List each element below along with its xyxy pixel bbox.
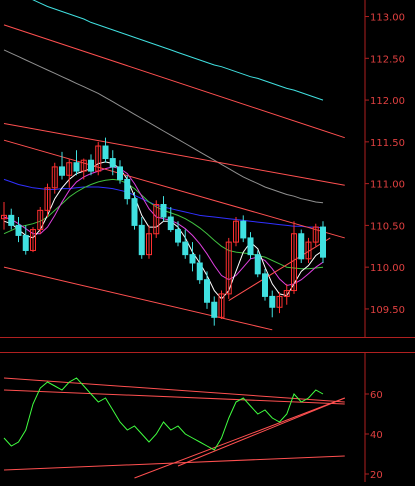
candle-down	[298, 233, 305, 260]
price-chart: 109.50 110.00 110.50 111.00 111.50 112.00 112.…	[0, 0, 415, 338]
price-trendline	[3, 24, 345, 139]
candle-down	[167, 216, 174, 231]
candle-down	[109, 158, 116, 168]
price-tick-label: 110.00	[370, 263, 405, 274]
candle-down	[269, 295, 276, 308]
candle-down	[8, 214, 15, 226]
indicator-trendline	[177, 397, 345, 467]
price-tick-label: 111.50	[370, 138, 405, 149]
oscillator-chart: 20 40 60	[0, 352, 415, 482]
candle-down	[204, 279, 210, 303]
price-tick-label: 109.50	[370, 305, 405, 316]
price-trendline	[228, 237, 331, 302]
candle-down	[138, 224, 145, 256]
ma-cyan-line	[32, 0, 324, 101]
candle-down	[211, 301, 218, 318]
candle-down	[117, 166, 123, 180]
candle-down	[175, 229, 181, 243]
price-tick-label: 111.00	[370, 180, 405, 191]
indicator-tick-label: 40	[370, 430, 383, 441]
candle-down	[189, 254, 196, 264]
indicator-trendline	[3, 377, 345, 403]
candle-down	[22, 234, 29, 251]
candle-down	[124, 178, 131, 200]
indicator-trendline	[134, 397, 345, 479]
candle-down	[262, 273, 268, 297]
price-tick-label: 112.00	[370, 96, 405, 107]
candle-down	[247, 237, 254, 256]
candle-down	[15, 224, 22, 236]
candle-down	[131, 198, 138, 226]
candle-down	[88, 159, 94, 172]
oscillator-panel[interactable]: 20 40 60	[0, 352, 415, 482]
candle-down	[59, 166, 65, 176]
price-tick-label: 113.00	[370, 13, 405, 24]
indicator-tick-label: 60	[370, 390, 383, 401]
candle-down	[320, 226, 326, 258]
candle-down	[182, 241, 189, 256]
price-chart-panel[interactable]: 109.50 110.00 110.50 111.00 111.50 112.00 112.…	[0, 0, 415, 338]
candle-down	[240, 220, 247, 239]
indicator-trendline	[3, 389, 345, 405]
indicator-tick-label: 20	[370, 470, 383, 481]
price-tick-label: 112.50	[370, 54, 405, 65]
candle-down	[160, 204, 167, 218]
price-tick-label: 110.50	[370, 221, 405, 232]
candle-down	[102, 145, 109, 160]
candle-down	[196, 262, 203, 281]
candle-down	[73, 162, 80, 172]
candle-down	[254, 254, 261, 275]
